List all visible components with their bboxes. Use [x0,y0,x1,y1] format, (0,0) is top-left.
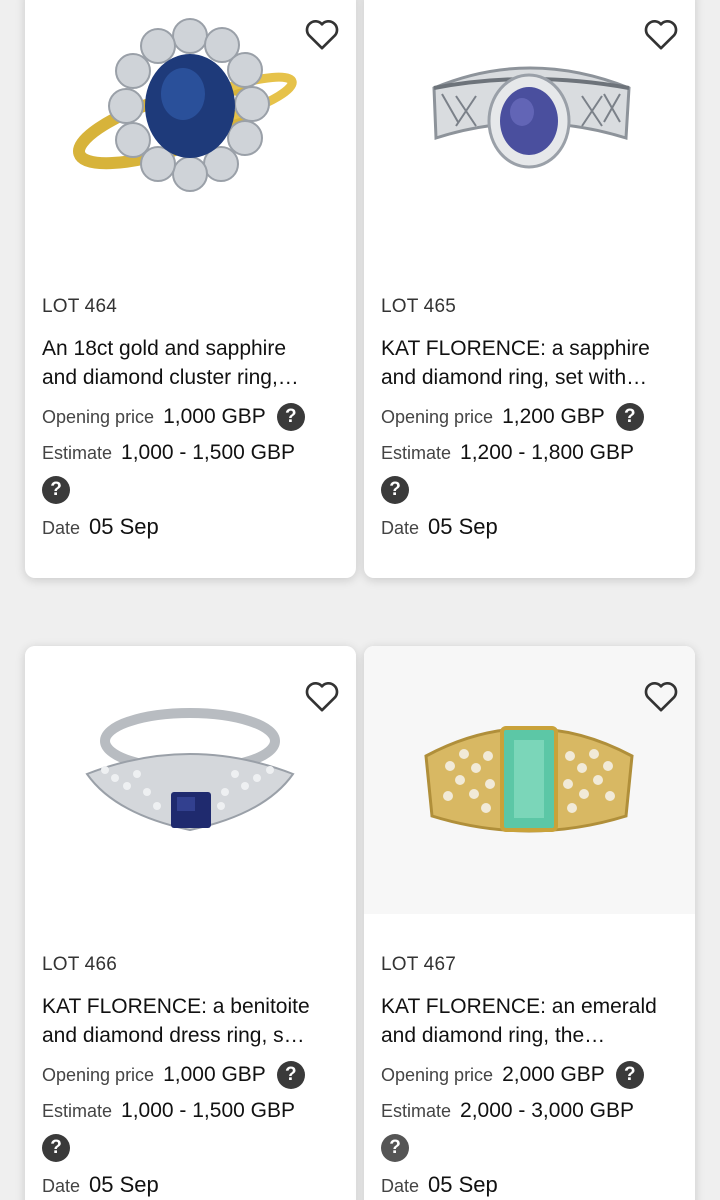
lot-grid: LOT 464 An 18ct gold and sapphire and di… [0,0,720,1200]
lot-title-line: and diamond ring, the… [381,1024,606,1047]
date-value: 05 Sep [428,1172,498,1197]
date-row: Date 05 Sep [381,1172,683,1198]
estimate-row: Estimate 1,200 - 1,800 GBP [381,440,683,466]
estimate-value: 1,000 - 1,500 GBP [121,1099,295,1122]
help-icon[interactable]: ? [615,403,644,431]
date-value: 05 Sep [89,514,159,539]
date-label: Date [42,1176,81,1196]
estimate-help-wrap: ? [42,476,344,504]
lot-card[interactable]: LOT 466 KAT FLORENCE: a benitoite and di… [25,646,356,1200]
help-icon[interactable]: ? [615,1061,644,1089]
lot-number: LOT 466 [42,954,117,975]
date-label: Date [42,518,81,538]
lot-title[interactable]: KAT FLORENCE: a benitoite and diamond dr… [42,992,344,1050]
lot-title-line: KAT FLORENCE: an emerald [381,995,657,1018]
opening-price-row: Opening price 1,200 GBP ? [381,403,683,431]
date-row: Date 05 Sep [42,1172,344,1198]
help-icon[interactable]: ? [276,1061,305,1089]
heart-icon[interactable] [641,14,681,54]
heart-icon[interactable] [641,676,681,716]
lot-info: LOT 466 KAT FLORENCE: a benitoite and di… [42,954,344,1198]
lot-title-line: and diamond dress ring, s… [42,1024,305,1047]
estimate-label: Estimate [381,1100,452,1121]
estimate-value: 1,200 - 1,800 GBP [460,441,634,464]
lot-number: LOT 467 [381,954,456,975]
help-icon[interactable]: ? [381,1134,409,1162]
lot-number: LOT 465 [381,296,456,317]
help-icon[interactable]: ? [42,476,70,504]
lot-info: LOT 467 KAT FLORENCE: an emerald and dia… [381,954,683,1198]
opening-price-row: Opening price 1,000 GBP ? [42,403,344,431]
opening-price-label: Opening price [42,406,155,427]
lot-title-line: KAT FLORENCE: a sapphire [381,337,650,360]
help-icon[interactable]: ? [381,476,409,504]
lot-title-line: KAT FLORENCE: a benitoite [42,995,310,1018]
heart-icon[interactable] [302,676,342,716]
estimate-help-wrap: ? [381,1134,683,1162]
lot-title-line: An 18ct gold and sapphire [42,337,287,360]
estimate-value: 2,000 - 3,000 GBP [460,1099,634,1122]
opening-price-value: 1,000 GBP [163,1063,266,1086]
help-icon[interactable]: ? [276,403,305,431]
heart-icon[interactable] [302,14,342,54]
opening-price-row: Opening price 2,000 GBP ? [381,1061,683,1089]
lot-card[interactable]: LOT 465 KAT FLORENCE: a sapphire and dia… [364,0,695,578]
date-label: Date [381,518,420,538]
estimate-row: Estimate 1,000 - 1,500 GBP [42,1098,344,1124]
estimate-row: Estimate 2,000 - 3,000 GBP [381,1098,683,1124]
lot-title-line: and diamond ring, set with… [381,366,648,389]
lot-title[interactable]: KAT FLORENCE: an emerald and diamond rin… [381,992,683,1050]
date-value: 05 Sep [89,1172,159,1197]
estimate-help-wrap: ? [381,476,683,504]
opening-price-label: Opening price [381,406,494,427]
estimate-value: 1,000 - 1,500 GBP [121,441,295,464]
lot-title[interactable]: KAT FLORENCE: a sapphire and diamond rin… [381,334,683,392]
lot-info: LOT 464 An 18ct gold and sapphire and di… [42,296,344,540]
opening-price-label: Opening price [42,1064,155,1085]
opening-price-value: 1,000 GBP [163,405,266,428]
lot-title-line: and diamond cluster ring,… [42,366,299,389]
estimate-row: Estimate 1,000 - 1,500 GBP [42,440,344,466]
estimate-help-wrap: ? [42,1134,344,1162]
lot-info: LOT 465 KAT FLORENCE: a sapphire and dia… [381,296,683,540]
opening-price-row: Opening price 1,000 GBP ? [42,1061,344,1089]
estimate-label: Estimate [42,1100,113,1121]
help-icon[interactable]: ? [42,1134,70,1162]
opening-price-value: 2,000 GBP [502,1063,605,1086]
lot-title[interactable]: An 18ct gold and sapphire and diamond cl… [42,334,344,392]
opening-price-label: Opening price [381,1064,494,1085]
lot-card[interactable]: LOT 464 An 18ct gold and sapphire and di… [25,0,356,578]
date-label: Date [381,1176,420,1196]
lot-card[interactable]: LOT 467 KAT FLORENCE: an emerald and dia… [364,646,695,1200]
date-value: 05 Sep [428,514,498,539]
date-row: Date 05 Sep [42,514,344,540]
date-row: Date 05 Sep [381,514,683,540]
estimate-label: Estimate [42,442,113,463]
estimate-label: Estimate [381,442,452,463]
opening-price-value: 1,200 GBP [502,405,605,428]
lot-number: LOT 464 [42,296,117,317]
